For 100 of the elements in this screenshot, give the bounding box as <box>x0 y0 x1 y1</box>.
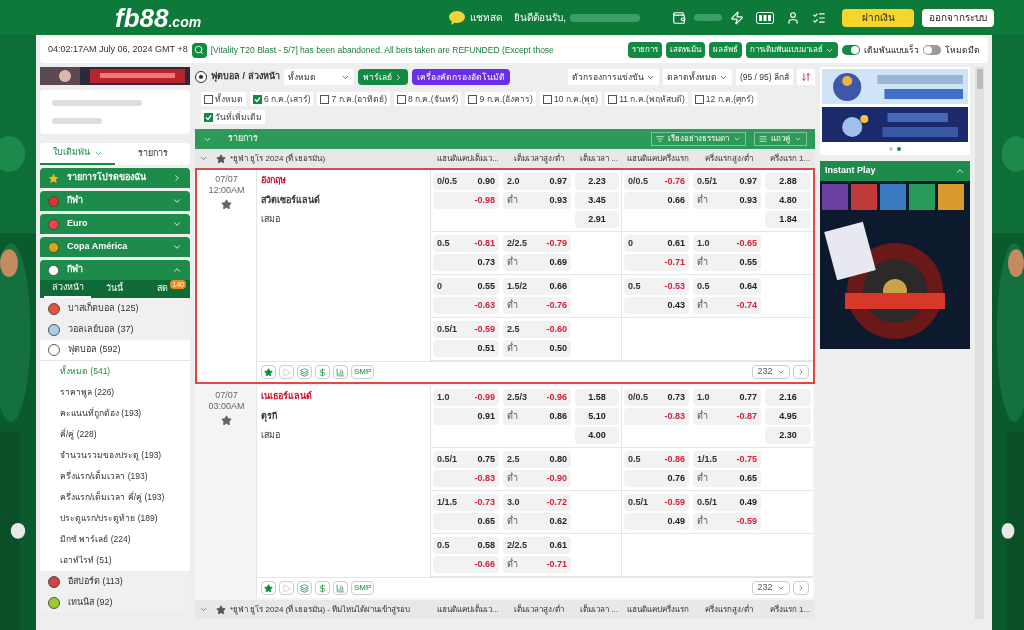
odds-value[interactable]: -0.87 <box>736 409 757 424</box>
odds-value[interactable]: 0.97 <box>739 174 757 189</box>
search-button[interactable] <box>191 42 207 58</box>
dollar-button[interactable] <box>315 365 330 379</box>
dollar-button[interactable] <box>315 581 330 595</box>
odds-value[interactable]: -0.53 <box>664 279 685 294</box>
odds-value[interactable]: 0.66 <box>549 279 567 294</box>
odds-value[interactable]: 2.16 <box>765 389 811 406</box>
odds-value[interactable]: 4.80 <box>765 192 811 209</box>
odds-value[interactable]: 0.55 <box>477 279 495 294</box>
odds-value[interactable]: 3.45 <box>575 192 619 209</box>
odds-value[interactable]: -0.72 <box>546 495 567 510</box>
odds-value[interactable]: -0.90 <box>546 471 567 486</box>
sidebar-tab[interactable]: รายการ <box>115 143 190 165</box>
chat-bubble-icon[interactable] <box>448 10 467 25</box>
date-checkbox[interactable]: วันที่เพิ่มเติม <box>201 110 265 124</box>
live-chat-link[interactable]: แชทสด <box>470 10 503 25</box>
checklist-icon[interactable] <box>812 10 826 25</box>
odds-value[interactable]: 0.62 <box>549 514 567 529</box>
sort-button[interactable] <box>797 69 815 85</box>
sidebar-section[interactable]: Euro <box>40 214 190 234</box>
odds-value[interactable]: -0.86 <box>664 452 685 467</box>
odds-value[interactable]: -0.75 <box>736 452 757 467</box>
odds-value[interactable]: -0.59 <box>664 495 685 510</box>
odds-value[interactable]: 0.90 <box>477 174 495 189</box>
league-header[interactable]: *ยูฟ่า ยูโร 2024 (ที่ เยอรมัน) แฮนดิแคปเต็มเว... เต็มเวลาสูง/ต่ำ เต็มเวลา ... แฮนดิแคปครึ่งแรก ครึ่งแรกสูง/ต่ำ ครึ่งแรก 1... <box>195 149 815 168</box>
odds-value[interactable]: -0.59 <box>736 514 757 529</box>
markets-dropdown[interactable]: ตลาดทั้งหมด <box>662 69 732 85</box>
league-header[interactable]: *ยูฟ่า ยูโร 2024 (ที่ เยอรมัน) - ทีมไหนได้ผ่านเข้าสู่รอบ แฮนดิแคปเต็มเว... เต็มเวลาสูง/ต่ำ เต็มเวลา ... แฮนดิแคปครึ่งแรก ครึ่งแรกสูง/ต่ำ ครึ่งแรก 1... <box>195 600 815 619</box>
smp-button[interactable]: SMP <box>351 365 375 379</box>
layers-button[interactable] <box>297 581 312 595</box>
logo[interactable]: fb88.com <box>115 4 202 31</box>
odds-value[interactable]: -0.96 <box>546 390 567 405</box>
toggle-switch[interactable] <box>842 45 860 55</box>
odds-value[interactable]: 0.64 <box>739 279 757 294</box>
odds-value[interactable]: 4.95 <box>765 408 811 425</box>
home-team[interactable]: อังกฤษ <box>261 174 430 188</box>
layers-button[interactable] <box>297 365 312 379</box>
odds-value[interactable]: 0.93 <box>739 193 757 208</box>
filter-select[interactable]: ทั้งหมด <box>283 69 354 85</box>
odds-value[interactable]: 2.91 <box>575 211 619 228</box>
bar-chart-button[interactable] <box>333 581 348 595</box>
odds-value[interactable]: 1.84 <box>765 211 811 228</box>
star-button[interactable] <box>261 581 276 595</box>
away-team[interactable]: สวิตเซอร์แลนด์ <box>261 193 430 207</box>
favorite-star-icon[interactable] <box>221 415 232 426</box>
odds-value[interactable]: -0.76 <box>664 174 685 189</box>
auto-filter-button[interactable]: เครื่องคัดกรองอัตโนมัติ <box>411 69 510 85</box>
odds-value[interactable]: -0.60 <box>546 322 567 337</box>
sidebar-section[interactable]: กีฬา <box>40 191 190 211</box>
odds-value[interactable]: 0.80 <box>549 452 567 467</box>
date-checkbox[interactable]: 9 ก.ค.(อังคาร) <box>465 92 536 106</box>
odds-value[interactable]: -0.59 <box>474 322 495 337</box>
odds-value[interactable]: -0.81 <box>474 236 495 251</box>
sport-item[interactable]: บาสเก็ตบอล (125) <box>40 298 190 319</box>
markets-count-dropdown[interactable]: 232 <box>752 581 790 595</box>
odds-value[interactable]: -0.79 <box>546 236 567 251</box>
nav-button[interactable]: รายการ <box>628 42 662 58</box>
wallet-icon[interactable] <box>672 10 686 25</box>
sort-dropdown[interactable]: เรียงอย่างธรรมดา <box>651 132 746 146</box>
odds-value[interactable]: 0.97 <box>549 174 567 189</box>
date-checkbox[interactable]: 8 ก.ค.(จันทร์) <box>393 92 462 106</box>
odds-value[interactable]: 0.69 <box>549 255 567 270</box>
nav-button[interactable]: ผลลัพธ์ <box>709 42 742 58</box>
date-checkbox[interactable]: 7 ก.ค.(อาทิตย์) <box>317 92 390 106</box>
odds-value[interactable]: 0.50 <box>549 341 567 356</box>
smp-button[interactable]: SMP <box>351 581 375 595</box>
odds-value[interactable]: 0.73 <box>667 390 685 405</box>
odds-value[interactable]: -0.65 <box>736 236 757 251</box>
odds-value[interactable]: 0.77 <box>739 390 757 405</box>
sidebar-section[interactable]: กีฬา <box>40 260 190 280</box>
date-checkbox[interactable]: 10 ก.ค.(พุธ) <box>539 92 602 106</box>
user-icon[interactable] <box>786 10 800 25</box>
nav-button[interactable]: เสตทเม้น <box>666 42 705 58</box>
lightning-icon[interactable] <box>730 10 744 25</box>
odds-value[interactable]: -0.73 <box>474 495 495 510</box>
logout-button[interactable]: ออกจากระบบ <box>922 8 994 27</box>
toggle-switch[interactable] <box>923 45 941 55</box>
star-button[interactable] <box>261 365 276 379</box>
odds-value[interactable]: 2.30 <box>765 427 811 444</box>
odds-value[interactable]: 0.61 <box>549 538 567 553</box>
bar-chart-button[interactable] <box>333 365 348 379</box>
markets-count-dropdown[interactable]: 232 <box>752 365 790 379</box>
sidebar-section[interactable]: รายการโปรดของฉัน <box>40 168 190 188</box>
odds-value[interactable]: 0.58 <box>477 538 495 553</box>
odds-value[interactable]: -0.99 <box>474 390 495 405</box>
sidebar-section[interactable]: Copa América <box>40 237 190 257</box>
sidebar-tab[interactable]: ใบเดิมพัน <box>40 143 115 165</box>
date-checkbox[interactable]: 6 ก.ค.(เสาร์) <box>250 92 314 106</box>
odds-value[interactable]: 2.88 <box>765 173 811 190</box>
odds-value[interactable]: 2.23 <box>575 173 619 190</box>
sport-item[interactable]: เทนนิส (92) <box>40 592 190 613</box>
sport-item[interactable]: อีสปอร์ต (113) <box>40 571 190 592</box>
instant-play-header[interactable]: Instant Play <box>820 161 970 181</box>
away-team[interactable]: ตุรกี <box>261 409 430 423</box>
odds-value[interactable]: 5.10 <box>575 408 619 425</box>
odds-value[interactable]: 0.55 <box>739 255 757 270</box>
scrollbar[interactable] <box>975 67 984 619</box>
odds-value[interactable]: 0.65 <box>739 471 757 486</box>
date-checkbox[interactable]: 11 ก.ค.(พฤหัสบดี) <box>605 92 688 106</box>
